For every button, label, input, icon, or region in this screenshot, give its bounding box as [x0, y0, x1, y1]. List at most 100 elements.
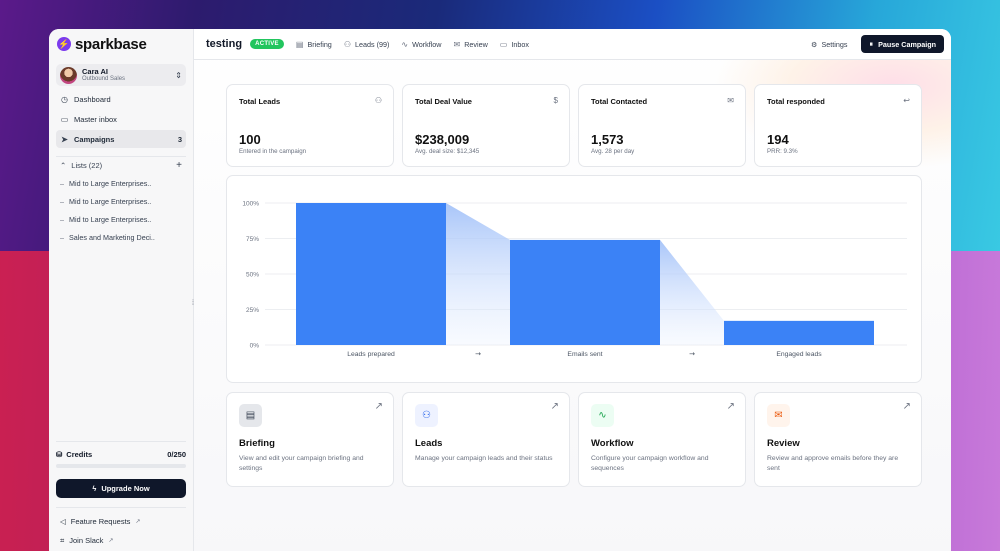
x-category-label: Engaged leads	[776, 351, 822, 358]
stat-label: Total Leads	[239, 97, 281, 106]
arrow-up-right-icon: ↗	[550, 401, 559, 412]
join-slack-link[interactable]: ⌗ Join Slack ↗	[56, 531, 186, 550]
x-category-label: Emails sent	[567, 351, 602, 358]
dashboard-icon: ◷	[61, 94, 68, 104]
credits-value: 0/250	[167, 450, 186, 459]
add-list-button[interactable]: +	[176, 160, 182, 171]
feature-desc: Configure your campaign workflow and seq…	[591, 455, 709, 472]
feature-card-review[interactable]: ✉ ↗ Review Review and approve emails bef…	[754, 392, 922, 487]
credits-icon: ⛁	[56, 450, 63, 459]
feature-card-workflow[interactable]: ∿ ↗ Workflow Configure your campaign wor…	[578, 392, 746, 487]
feature-title: Leads	[415, 438, 443, 449]
list-item[interactable]: – Mid to Large Enterprises..	[56, 174, 186, 192]
sidebar-item-campaigns[interactable]: ➤ Campaigns 3	[56, 130, 186, 148]
funnel-bar	[296, 203, 446, 345]
chevron-updown-icon: ⇕	[175, 70, 182, 80]
arrow-up-right-icon: ↗	[374, 401, 383, 412]
users-icon: ⚇	[415, 404, 438, 427]
stat-card-total-responded: Total responded ↩ 194 PRR: 9.3%	[754, 84, 922, 167]
campaign-header: testing ACTIVE ▤ Briefing ⚇ Leads (99) ∿…	[194, 29, 951, 60]
sidebar-nav: ◷ Dashboard ▭ Master inbox ➤ Campaigns 3	[49, 90, 193, 148]
stat-subtitle: Avg. 28 per day	[591, 148, 635, 155]
app-window: ⚡ sparkbase Cara AI Outbound Sales ⇕ ◷ D…	[49, 29, 951, 551]
stat-label: Total responded	[767, 97, 825, 106]
tab-workflow[interactable]: ∿ Workflow	[401, 40, 441, 49]
status-badge: ACTIVE	[250, 39, 284, 49]
y-tick-label: 75%	[246, 236, 259, 243]
main-content: testing ACTIVE ▤ Briefing ⚇ Leads (99) ∿…	[194, 29, 951, 551]
document-icon: ▤	[295, 39, 304, 49]
stats-row: Total Leads ⚇ 100 Entered in the campaig…	[226, 84, 922, 167]
funnel-chart-card: 100% 75% 50% 25% 0% Leads prepared → Emails sen…	[226, 175, 922, 383]
stat-card-total-contacted: Total Contacted ✉ 1,573 Avg. 28 per day	[578, 84, 746, 167]
mail-icon: ✉	[767, 404, 790, 427]
feature-title: Review	[767, 438, 800, 449]
sidebar-item-label: Dashboard	[74, 94, 111, 104]
pause-campaign-button[interactable]: ⏸ Pause Campaign	[861, 35, 944, 53]
workflow-icon: ∿	[401, 39, 409, 49]
funnel-connector	[446, 203, 510, 345]
mail-icon: ✉	[453, 39, 461, 49]
tab-inbox[interactable]: ▭ Inbox	[500, 40, 529, 49]
account-switcher[interactable]: Cara AI Outbound Sales ⇕	[56, 64, 186, 86]
funnel-bar	[510, 239, 660, 345]
external-link-icon: ↗	[108, 538, 114, 544]
feature-requests-link[interactable]: ◁ Feature Requests ↗	[56, 512, 186, 531]
list-item[interactable]: – Mid to Large Enterprises..	[56, 210, 186, 228]
feature-desc: Review and approve emails before they ar…	[767, 455, 899, 472]
bolt-icon: ⚡	[57, 37, 71, 51]
tab-review[interactable]: ✉ Review	[453, 40, 487, 49]
feature-card-briefing[interactable]: ▤ ↗ Briefing View and edit your campaign…	[226, 392, 394, 487]
sidebar-item-dashboard[interactable]: ◷ Dashboard	[56, 90, 186, 108]
avatar	[60, 66, 77, 84]
mail-icon: ✉	[727, 96, 734, 105]
users-icon: ⚇	[374, 96, 382, 105]
upgrade-button[interactable]: ϟ Upgrade Now	[56, 479, 186, 498]
stat-subtitle: Entered in the campaign	[239, 148, 307, 155]
account-name: Cara AI	[82, 66, 108, 76]
list-item[interactable]: – Sales and Marketing Deci..	[56, 228, 186, 246]
sidebar-item-label: Campaigns	[74, 134, 115, 144]
campaign-title: testing	[206, 38, 243, 50]
credits-progress	[56, 464, 186, 468]
funnel-connector	[660, 239, 724, 345]
list-item[interactable]: – Mid to Large Enterprises..	[56, 192, 186, 210]
sidebar: ⚡ sparkbase Cara AI Outbound Sales ⇕ ◷ D…	[49, 29, 194, 551]
feature-desc: Manage your campaign leads and their sta…	[415, 455, 553, 462]
arrow-up-right-icon: ↗	[902, 401, 911, 412]
sidebar-item-master-inbox[interactable]: ▭ Master inbox	[56, 110, 186, 128]
arrow-right-icon: →	[689, 350, 695, 358]
settings-button[interactable]: ⚙ Settings	[811, 40, 847, 49]
credits-label: Credits	[66, 450, 93, 459]
sidebar-footer: ◁ Feature Requests ↗ ⌗ Join Slack ↗	[56, 507, 186, 550]
external-link-icon: ↗	[135, 519, 141, 525]
feature-title: Briefing	[239, 438, 275, 449]
stat-subtitle: PRR: 9.3%	[767, 148, 798, 155]
y-tick-label: 50%	[246, 272, 259, 279]
y-tick-label: 100%	[242, 201, 259, 208]
stat-card-total-deal-value: Total Deal Value $ $238,009 Avg. deal si…	[402, 84, 570, 167]
brand-name: sparkbase	[75, 35, 147, 53]
gear-icon: ⚙	[811, 39, 818, 49]
logo[interactable]: ⚡ sparkbase	[49, 29, 193, 59]
lists-header[interactable]: ⌃ Lists (22) +	[56, 156, 186, 172]
feature-title: Workflow	[591, 438, 634, 449]
feature-desc: View and edit your campaign briefing and…	[239, 455, 364, 472]
dollar-icon: $	[553, 96, 558, 105]
tab-leads[interactable]: ⚇ Leads (99)	[344, 40, 390, 49]
y-tick-label: 0%	[250, 343, 260, 350]
credits-panel: ⛁ Credits 0/250 ϟ Upgrade Now	[56, 441, 186, 498]
stat-value: 1,573	[591, 132, 624, 147]
document-icon: ▤	[239, 404, 262, 427]
arrow-up-right-icon: ↗	[726, 401, 735, 412]
send-icon: ➤	[61, 134, 68, 144]
pause-icon: ⏸	[869, 39, 874, 48]
feature-card-leads[interactable]: ⚇ ↗ Leads Manage your campaign leads and…	[402, 392, 570, 487]
chevron-up-icon: ⌃	[60, 161, 67, 170]
stat-label: Total Deal Value	[415, 97, 472, 106]
bolt-icon: ϟ	[92, 484, 97, 493]
funnel-chart: 100% 75% 50% 25% 0% Leads prepared → Emails sen…	[242, 201, 907, 358]
tab-briefing[interactable]: ▤ Briefing	[296, 40, 332, 49]
arrow-right-icon: →	[475, 350, 481, 358]
inbox-icon: ▭	[499, 39, 508, 49]
